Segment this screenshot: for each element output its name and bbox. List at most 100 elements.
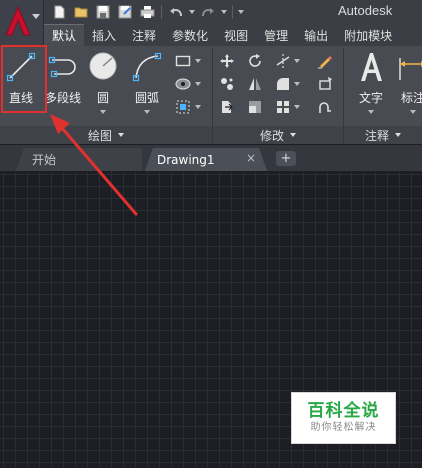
chevron-down-icon <box>294 105 300 109</box>
arc-tool-button[interactable]: 圆弧 <box>130 50 164 114</box>
dimension-tool-label: 标注 <box>400 91 422 105</box>
stretch-tool-button[interactable] <box>218 98 236 116</box>
tab-manage[interactable]: 管理 <box>256 24 296 46</box>
new-file-button[interactable] <box>48 2 70 22</box>
quick-access-toolbar <box>48 2 246 22</box>
toolbar-divider <box>161 5 162 19</box>
undo-icon <box>170 8 182 17</box>
folder-open-icon <box>74 7 87 18</box>
close-icon[interactable]: × <box>246 151 256 165</box>
region-tool-button[interactable] <box>174 98 192 116</box>
chevron-down-icon <box>144 110 150 114</box>
pencil-icon <box>318 56 332 69</box>
modify-panel-title[interactable]: 修改 <box>213 126 343 144</box>
arc-icon <box>132 52 162 82</box>
trim-tool-button[interactable] <box>274 52 292 70</box>
redo-dropdown[interactable] <box>219 2 229 22</box>
array-dropdown[interactable] <box>294 98 300 116</box>
chevron-down-icon <box>395 133 401 137</box>
polyline-tool-button[interactable]: 多段线 <box>45 50 81 106</box>
copy-tool-button[interactable] <box>218 75 236 93</box>
move-tool-button[interactable] <box>218 52 236 70</box>
explode-icon <box>319 77 332 90</box>
line-tool-highlight <box>1 45 47 113</box>
hatch-dropdown[interactable] <box>195 75 201 93</box>
tab-default[interactable]: 默认 <box>44 24 85 46</box>
new-tab-button[interactable]: + <box>276 151 296 166</box>
rotate-icon <box>249 54 261 67</box>
watermark-logo: 百科全说 助你轻松解决 <box>291 392 396 444</box>
chevron-down-icon <box>290 133 296 137</box>
scale-icon <box>249 101 261 113</box>
region-dropdown[interactable] <box>195 98 201 116</box>
save-as-button[interactable] <box>114 2 136 22</box>
draw-panel-label: 绘图 <box>87 128 112 143</box>
file-tab-start[interactable]: 开始 <box>16 148 142 171</box>
annotation-panel-title[interactable]: 注释 <box>344 126 422 144</box>
undo-button[interactable] <box>165 2 187 22</box>
rectangle-icon <box>175 55 191 67</box>
erase-tool-button[interactable] <box>316 52 334 70</box>
toolbar-divider <box>232 5 233 19</box>
print-icon <box>140 6 154 18</box>
print-button[interactable] <box>136 2 158 22</box>
chevron-down-icon <box>294 59 300 63</box>
array-tool-button[interactable] <box>274 98 292 116</box>
autocad-logo-icon <box>5 5 31 36</box>
application-menu-button[interactable] <box>0 0 44 46</box>
rectangle-dropdown[interactable] <box>195 52 201 70</box>
fillet-dropdown[interactable] <box>294 75 300 93</box>
polyline-tool-label: 多段线 <box>45 91 82 105</box>
circle-tool-button[interactable]: 圆 <box>86 50 120 114</box>
save-button[interactable] <box>92 2 114 22</box>
chevron-down-icon <box>221 10 227 14</box>
redo-button[interactable] <box>197 2 219 22</box>
offset-tool-button[interactable] <box>316 98 334 116</box>
tab-annotate[interactable]: 注释 <box>124 24 164 46</box>
rotate-tool-button[interactable] <box>246 52 264 70</box>
explode-tool-button[interactable] <box>316 75 334 93</box>
ribbon-panel-area: 直线 多段线 圆 圆弧 绘图 修改 文字 标注 注释 <box>0 46 422 144</box>
region-icon <box>176 100 190 114</box>
app-title: Autodesk <box>338 3 393 18</box>
customize-toolbar-dropdown[interactable] <box>236 2 246 22</box>
offset-icon <box>319 102 331 113</box>
chevron-down-icon <box>32 14 40 19</box>
ribbon-tab-bar: 默认 插入 注释 参数化 视图 管理 输出 附加模块 <box>44 24 422 46</box>
text-tool-label: 文字 <box>358 91 383 105</box>
dimension-tool-button[interactable]: 标注 <box>396 50 422 114</box>
chevron-down-icon <box>100 110 106 114</box>
chevron-down-icon <box>294 82 300 86</box>
hatch-icon <box>175 78 191 90</box>
stretch-icon <box>222 101 233 113</box>
file-tab-bar: 开始 Drawing1 <box>0 145 422 171</box>
chevron-down-icon <box>238 10 244 14</box>
undo-dropdown[interactable] <box>187 2 197 22</box>
chevron-down-icon <box>195 105 201 109</box>
fillet-tool-button[interactable] <box>274 75 292 93</box>
modify-panel-label: 修改 <box>259 128 284 143</box>
save-as-icon <box>118 5 132 19</box>
rectangle-tool-button[interactable] <box>174 52 192 70</box>
polyline-icon <box>48 56 76 78</box>
chevron-down-icon <box>368 110 374 114</box>
circle-tool-label: 圆 <box>96 91 109 105</box>
scale-tool-button[interactable] <box>246 98 264 116</box>
arc-tool-label: 圆弧 <box>134 91 159 105</box>
tab-parametric[interactable]: 参数化 <box>164 24 216 46</box>
mirror-tool-button[interactable] <box>246 75 264 93</box>
open-file-button[interactable] <box>70 2 92 22</box>
chevron-down-icon <box>118 133 124 137</box>
watermark-title: 百科全说 <box>307 401 380 421</box>
array-icon <box>277 101 289 113</box>
tab-insert[interactable]: 插入 <box>84 24 124 46</box>
new-file-icon <box>54 5 65 19</box>
trim-dropdown[interactable] <box>294 52 300 70</box>
text-tool-button[interactable]: 文字 <box>354 50 388 114</box>
tab-view[interactable]: 视图 <box>216 24 256 46</box>
annotation-panel-label: 注释 <box>364 128 389 143</box>
tab-output[interactable]: 输出 <box>296 24 336 46</box>
tab-addins[interactable]: 附加模块 <box>336 24 400 46</box>
hatch-tool-button[interactable] <box>174 75 192 93</box>
draw-panel-title[interactable]: 绘图 <box>0 126 212 144</box>
